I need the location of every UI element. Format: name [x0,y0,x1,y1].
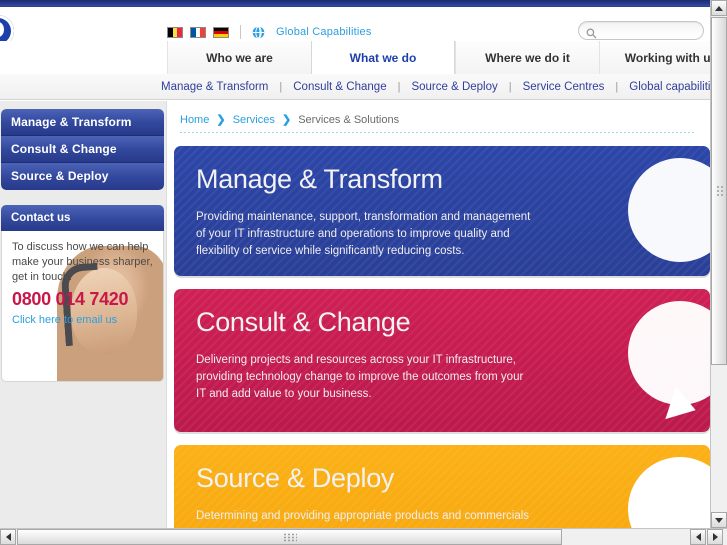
triangle-right-icon [712,533,718,541]
panel-description: Delivering projects and resources across… [196,354,524,400]
nav-tab-list: Who we are What we do Where we do it Wor… [167,41,710,74]
search-box[interactable] [578,21,704,40]
active-tab-pointer-icon [350,67,368,74]
sidebar-item-consult-change[interactable]: Consult & Change [1,136,164,163]
panel-title: Consult & Change [196,307,411,337]
breadcrumb-separator-icon: ❯ [216,114,226,126]
subnav-consult-change[interactable]: Consult & Change [282,81,397,93]
contact-email-link[interactable]: Click here to email us [2,311,117,326]
nav-tab-where-we-do-it[interactable]: Where we do it [455,41,599,74]
nav-tab-working-with-us[interactable]: Working with us [599,41,710,74]
breadcrumb-current: Services & Solutions [298,114,400,126]
browser-titlebar [0,0,727,7]
search-icon [586,26,597,39]
language-flags: Global Capabilities [167,25,372,39]
sidebar-item-manage-transform[interactable]: Manage & Transform [1,109,164,136]
triangle-left-icon [695,533,701,541]
nav-tab-who-we-are[interactable]: Who we are [167,41,311,74]
scroll-down-button[interactable] [711,512,727,528]
sub-navigation: Manage & Transform | Consult & Change | … [0,67,710,100]
panel-title: Manage & Transform [196,164,443,194]
nav-tab-what-we-do[interactable]: What we do [311,41,455,74]
contact-phone-number: 0800 014 7420 [12,289,129,309]
subnav-service-centres[interactable]: Service Centres [512,81,616,93]
breadcrumb-separator-icon: ❯ [281,114,292,126]
france-flag[interactable] [190,26,206,38]
sidebar-item-source-deploy[interactable]: Source & Deploy [1,163,164,190]
browser-viewport: center & Solutions [0,0,727,545]
scroll-up-button[interactable] [711,0,727,16]
breadcrumb-services[interactable]: Services [233,114,275,126]
contact-us-body: To discuss how we can help make your bus… [1,231,164,382]
global-capabilities-link[interactable]: Global Capabilities [276,26,372,38]
breadcrumb-home[interactable]: Home [180,114,209,126]
belgium-flag[interactable] [167,26,183,38]
breadcrumb-rule [180,132,696,133]
search-input[interactable] [600,24,698,38]
triangle-left-icon [5,533,11,541]
search-area [578,21,704,40]
triangle-down-icon [715,517,723,523]
germany-flag[interactable] [213,26,229,38]
sidebar-nav-list: Manage & Transform Consult & Change Sour… [1,109,164,190]
contact-us-text: To discuss how we can help make your bus… [12,241,153,283]
sub-nav-list: Manage & Transform | Consult & Change | … [150,74,710,100]
utility-bar: center & Solutions [0,7,710,85]
breadcrumb: Home ❯ Services ❯ Services & Solutions [180,113,399,126]
scroll-left-button[interactable] [0,529,16,545]
triangle-up-icon [715,5,723,11]
scroll-thumb-grip [716,185,724,198]
subnav-source-deploy[interactable]: Source & Deploy [400,81,508,93]
web-page: center & Solutions [0,7,710,531]
scroll-thumb-grip [282,533,297,542]
scroll-left-button-2[interactable] [690,529,706,545]
service-panel-source-deploy[interactable]: Source & Deploy Determining and providin… [174,445,710,531]
contact-us-card: Contact us To discuss how we can help ma… [1,205,164,382]
globe-icon [252,25,265,39]
contact-us-heading: Contact us [1,205,164,237]
panel-description: Determining and providing appropriate pr… [196,510,530,522]
page-content: Manage & Transform Consult & Change Sour… [0,101,710,531]
panel-title: Source & Deploy [196,463,395,493]
nav-logo-spacer [0,41,167,74]
flag-divider [240,25,241,39]
left-sidebar: Manage & Transform Consult & Change Sour… [0,101,167,531]
subnav-global-capabilities[interactable]: Global capabilities [618,81,710,93]
scroll-right-button[interactable] [707,529,723,545]
browser-horizontal-scroll-thumb[interactable] [17,529,562,545]
panel-description: Providing maintenance, support, transfor… [196,211,531,257]
service-panel-consult-change[interactable]: Consult & Change Delivering projects and… [174,289,710,432]
main-column: Home ❯ Services ❯ Services & Solutions M… [168,101,710,531]
subnav-manage-transform[interactable]: Manage & Transform [150,81,279,93]
service-panel-manage-transform[interactable]: Manage & Transform Providing maintenance… [174,146,710,276]
service-panel-list: Manage & Transform Providing maintenance… [174,146,710,531]
browser-vertical-scrollbar[interactable] [710,0,727,528]
browser-vertical-scroll-thumb[interactable] [711,17,727,365]
